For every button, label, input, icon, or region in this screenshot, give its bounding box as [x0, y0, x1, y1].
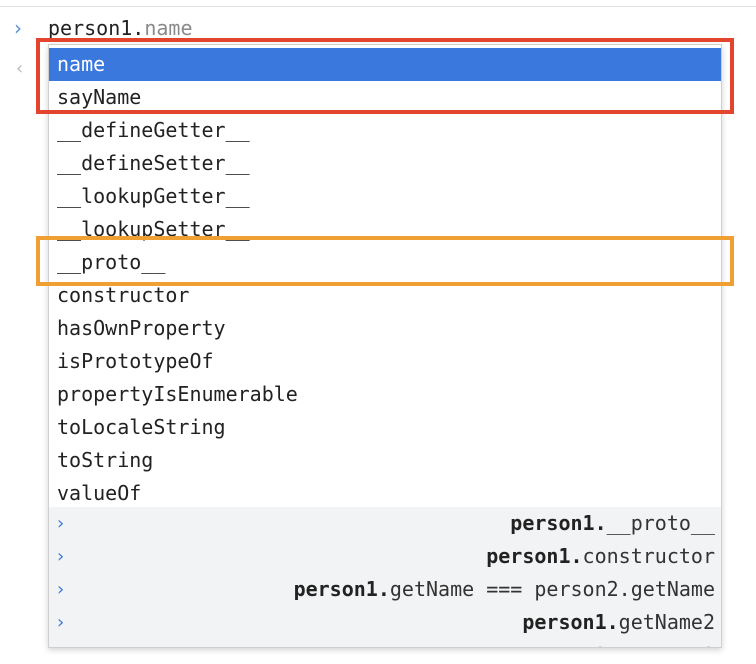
- history-suggestions: › person1.__proto__ › person1.constructor › p…: [49, 507, 721, 647]
- history-item[interactable]: › person1.getName === person2.getName2: [49, 639, 721, 647]
- history-object: person1.: [293, 577, 390, 601]
- history-chevron-icon: ›: [57, 513, 65, 534]
- autocomplete-item[interactable]: __defineSetter__: [49, 147, 721, 180]
- history-text: person1.getName === person2.getName2: [282, 639, 715, 647]
- history-object: person1.: [486, 544, 583, 568]
- autocomplete-item[interactable]: propertyIsEnumerable: [49, 378, 721, 411]
- history-text: person1.constructor: [486, 540, 715, 573]
- prompt-chevron-icon: ›: [14, 16, 22, 40]
- autocomplete-item[interactable]: isPrototypeOf: [49, 345, 721, 378]
- result-chevron-icon: ‹: [16, 58, 24, 79]
- autocomplete-item[interactable]: toLocaleString: [49, 411, 721, 444]
- history-chevron-icon: ›: [57, 546, 65, 567]
- autocomplete-item[interactable]: hasOwnProperty: [49, 312, 721, 345]
- autocomplete-item[interactable]: __defineGetter__: [49, 114, 721, 147]
- history-item[interactable]: › person1.getName === person2.getName: [49, 573, 721, 606]
- history-member: constructor: [582, 544, 715, 568]
- red-highlight-box: [36, 38, 734, 114]
- history-text: person1.__proto__: [510, 507, 715, 540]
- history-text: person1.getName === person2.getName: [294, 573, 715, 606]
- top-divider: [0, 6, 756, 7]
- history-item[interactable]: › person1.constructor: [49, 540, 721, 573]
- history-member: getName === person2.getName: [389, 577, 715, 601]
- autocomplete-item[interactable]: valueOf: [49, 477, 721, 510]
- orange-highlight-box: [36, 236, 734, 286]
- history-chevron-icon: ›: [57, 639, 64, 647]
- history-chevron-icon: ›: [57, 579, 65, 600]
- history-member: getName2: [618, 610, 715, 634]
- history-object: person1.: [510, 511, 607, 535]
- autocomplete-item[interactable]: toString: [49, 444, 721, 477]
- prompt-text[interactable]: person1.name: [48, 16, 193, 40]
- prompt-suggestion: name: [144, 16, 193, 40]
- history-chevron-icon: ›: [57, 612, 65, 633]
- history-item[interactable]: › person1.__proto__: [49, 507, 721, 540]
- autocomplete-dropdown: name sayName __defineGetter__ __defineSette…: [48, 44, 722, 648]
- history-item[interactable]: › person1.getName2: [49, 606, 721, 639]
- history-member: getName === person2.getName2: [378, 643, 715, 647]
- autocomplete-item[interactable]: __lookupGetter__: [49, 180, 721, 213]
- history-object: person1.: [522, 610, 619, 634]
- history-text: person1.getName2: [522, 606, 715, 639]
- devtools-console: › person1.name ‹ name sayName __defineGett…: [0, 0, 756, 664]
- history-object: person1.: [282, 643, 378, 647]
- history-member: __proto__: [606, 511, 715, 535]
- prompt-typed: person1.: [48, 16, 145, 40]
